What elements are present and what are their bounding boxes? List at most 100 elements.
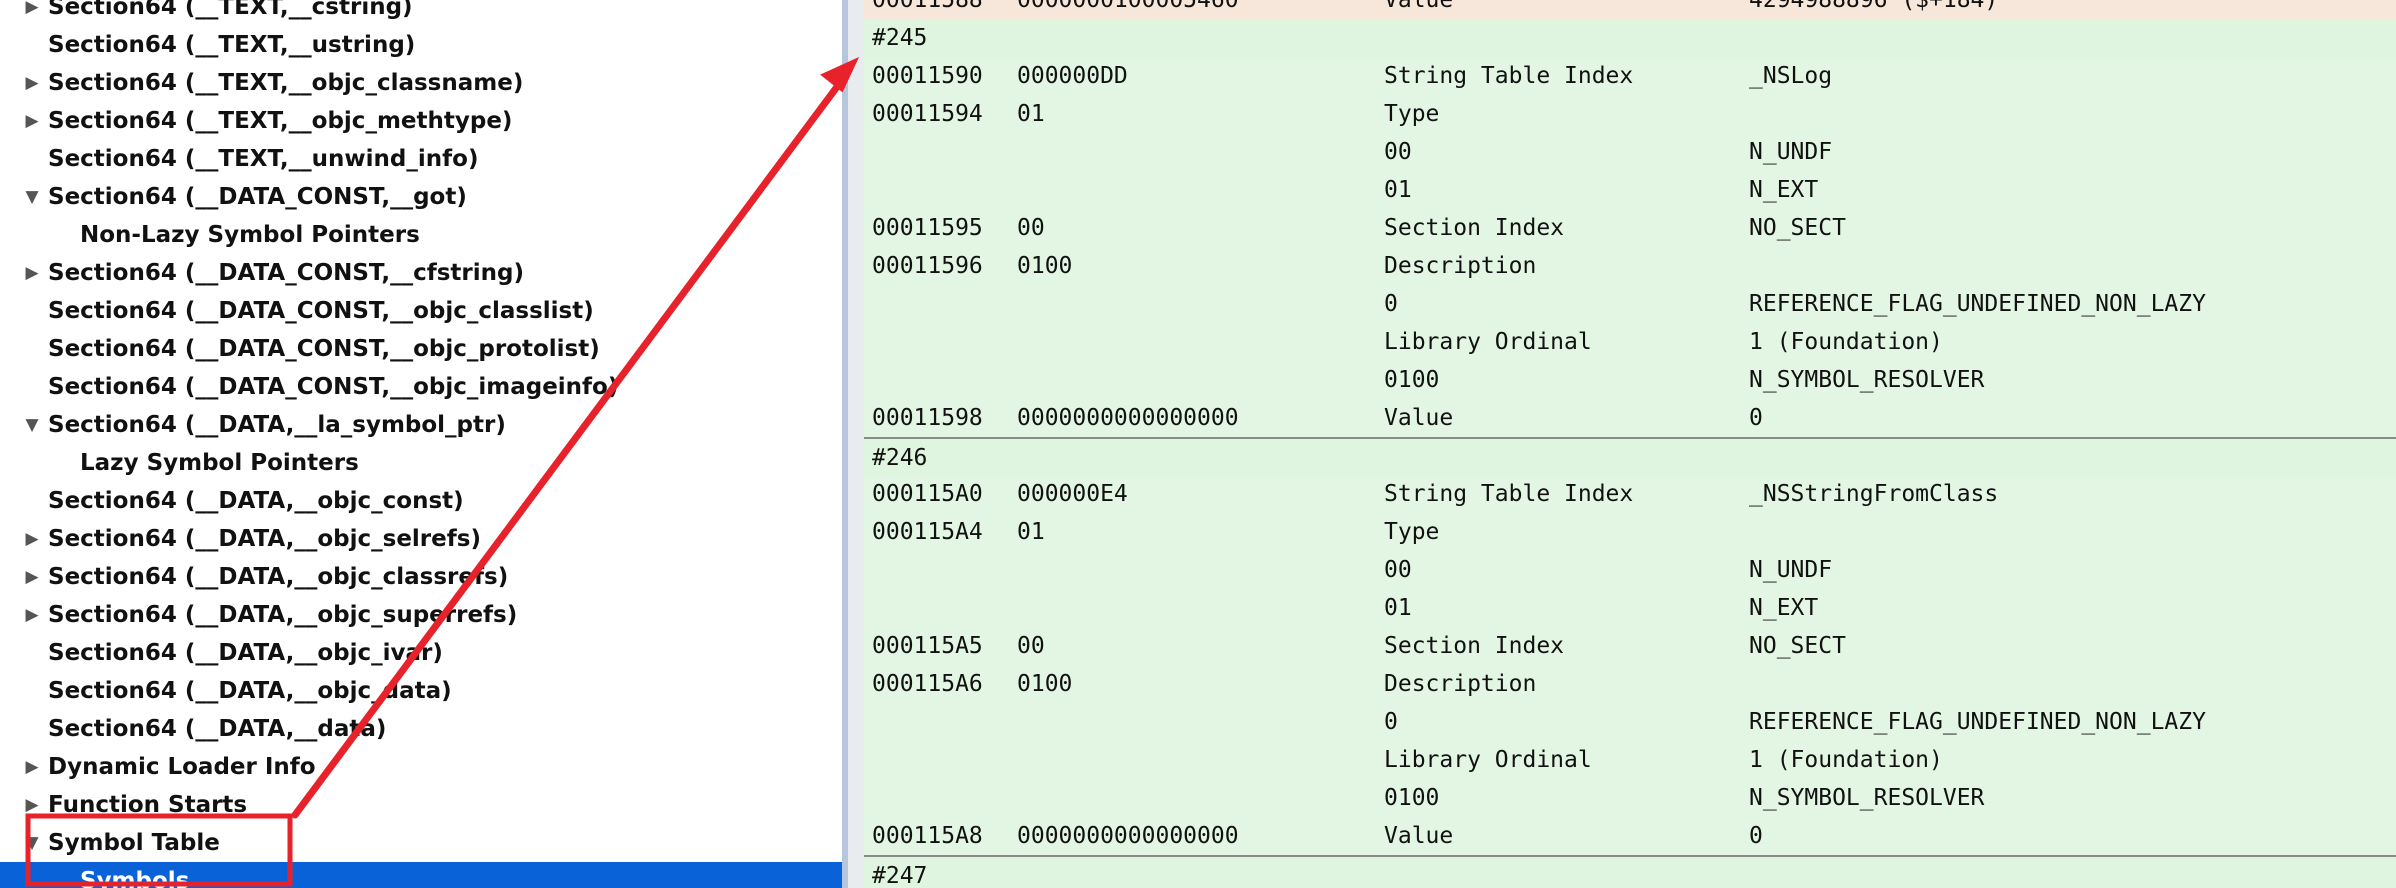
sidebar-item-label: Section64 (__TEXT,__unwind_info) xyxy=(48,146,479,172)
sidebar-item[interactable]: ▶ Section64 (__DATA,__objc_classrefs) xyxy=(0,558,842,596)
table-row[interactable]: 00 N_UNDF xyxy=(864,133,2396,171)
sidebar-item[interactable]: Section64 (__TEXT,__ustring) xyxy=(0,26,842,64)
table-group-header[interactable]: #245 xyxy=(864,19,2396,57)
value-cell: NO_SECT xyxy=(1749,633,1846,659)
offset-cell: #245 xyxy=(872,25,928,51)
table-row[interactable]: Library Ordinal 1 (Foundation) xyxy=(864,323,2396,361)
table-row[interactable]: 0 REFERENCE_FLAG_UNDEFINED_NON_LAZY xyxy=(864,703,2396,741)
sidebar-item[interactable]: ▶ Section64 (__TEXT,__cstring) xyxy=(0,0,842,26)
disclosure-collapsed-icon[interactable]: ▶ xyxy=(22,254,42,292)
sidebar-item-label: Section64 (__DATA,__objc_const) xyxy=(48,488,464,514)
offset-cell: #246 xyxy=(872,445,928,471)
disclosure-expanded-icon[interactable]: ▼ xyxy=(22,406,42,444)
table-row[interactable]: 01 N_EXT xyxy=(864,171,2396,209)
sidebar-item[interactable]: Section64 (__DATA,__objc_const) xyxy=(0,482,842,520)
sidebar-item[interactable]: Section64 (__DATA,__data) xyxy=(0,710,842,748)
sidebar-item-label: Section64 (__DATA_CONST,__objc_protolist… xyxy=(48,336,600,362)
sidebar-item[interactable]: ▶ Section64 (__DATA,__objc_selrefs) xyxy=(0,520,842,558)
data-cell: 00 xyxy=(1017,633,1045,659)
table-row[interactable]: 00011590 000000DD String Table Index _NSLog xyxy=(864,57,2396,95)
description-cell: Section Index xyxy=(1384,633,1565,659)
sidebar-item[interactable]: ▶ Section64 (__TEXT,__objc_methtype) xyxy=(0,102,842,140)
table-row[interactable]: 0100 N_SYMBOL_RESOLVER xyxy=(864,779,2396,817)
disclosure-collapsed-icon[interactable]: ▶ xyxy=(22,748,42,786)
sidebar-tree: ▶ Section64 (__TEXT,__cstring) Section64 (… xyxy=(0,0,842,888)
table-row[interactable]: 000115A0 000000E4 String Table Index _NSStr… xyxy=(864,475,2396,513)
value-cell: N_SYMBOL_RESOLVER xyxy=(1749,785,1985,811)
sidebar-item[interactable]: ▶ Section64 (__TEXT,__objc_classname) xyxy=(0,64,842,102)
table-row[interactable]: 000115A5 00 Section Index NO_SECT xyxy=(864,627,2396,665)
description-cell: Value xyxy=(1384,0,1454,13)
sidebar-item[interactable]: ▼ Section64 (__DATA,__la_symbol_ptr) xyxy=(0,406,842,444)
table-row[interactable]: 01 N_EXT xyxy=(864,589,2396,627)
disclosure-collapsed-icon[interactable]: ▶ xyxy=(22,0,42,26)
sidebar-item[interactable]: ▼ Section64 (__DATA_CONST,__got) xyxy=(0,178,842,216)
table-row[interactable]: 00011594 01 Type xyxy=(864,95,2396,133)
disclosure-collapsed-icon[interactable]: ▶ xyxy=(22,520,42,558)
value-cell: 1 (Foundation) xyxy=(1749,747,1943,773)
splitter-gap xyxy=(848,0,864,888)
value-cell: N_SYMBOL_RESOLVER xyxy=(1749,367,1985,393)
offset-cell: 00011596 xyxy=(872,253,983,279)
disclosure-collapsed-icon[interactable]: ▶ xyxy=(22,596,42,634)
sidebar-item[interactable]: ▶ Section64 (__DATA,__objc_superrefs) xyxy=(0,596,842,634)
table-row[interactable]: 0 REFERENCE_FLAG_UNDEFINED_NON_LAZY xyxy=(864,285,2396,323)
value-cell: _NSStringFromClass xyxy=(1749,481,1999,507)
sidebar-item[interactable]: Section64 (__DATA_CONST,__objc_protolist… xyxy=(0,330,842,368)
sidebar-item-label: Section64 (__DATA_CONST,__cfstring) xyxy=(48,260,524,286)
table-row[interactable]: 00011598 0000000000000000 Value 0 xyxy=(864,399,2396,437)
table-row[interactable]: 00011588 0000000100005460 Value 4294988896 … xyxy=(864,0,2396,19)
sidebar-item[interactable]: Section64 (__TEXT,__unwind_info) xyxy=(0,140,842,178)
disclosure-collapsed-icon[interactable]: ▶ xyxy=(22,558,42,596)
table-row[interactable]: 000115A6 0100 Description xyxy=(864,665,2396,703)
sidebar-item[interactable]: ▶ Function Starts xyxy=(0,786,842,824)
sidebar-item-label: Symbols xyxy=(80,868,190,888)
table-row[interactable]: 000115A4 01 Type xyxy=(864,513,2396,551)
sidebar-item-label: Section64 (__TEXT,__cstring) xyxy=(48,0,413,20)
description-cell: 00 xyxy=(1384,139,1412,165)
sidebar-item[interactable]: ▼ Symbol Table xyxy=(0,824,842,862)
offset-cell: 000115A5 xyxy=(872,633,983,659)
description-cell: 0 xyxy=(1384,291,1398,317)
table-group-header[interactable]: #247 xyxy=(864,855,2396,888)
sidebar-item[interactable]: Section64 (__DATA_CONST,__objc_imageinfo… xyxy=(0,368,842,406)
description-cell: 01 xyxy=(1384,595,1412,621)
sidebar-item-label: Lazy Symbol Pointers xyxy=(80,450,359,476)
sidebar-item[interactable]: Lazy Symbol Pointers xyxy=(0,444,842,482)
disclosure-collapsed-icon[interactable]: ▶ xyxy=(22,102,42,140)
offset-cell: 00011588 xyxy=(872,0,983,13)
sidebar-item-label: Section64 (__TEXT,__objc_classname) xyxy=(48,70,524,96)
offset-cell: 000115A0 xyxy=(872,481,983,507)
sidebar-item[interactable]: Section64 (__DATA_CONST,__objc_classlist… xyxy=(0,292,842,330)
value-cell: 0 xyxy=(1749,823,1763,849)
sidebar-item[interactable]: Section64 (__DATA,__objc_ivar) xyxy=(0,634,842,672)
sidebar-item[interactable]: Symbols xyxy=(0,862,842,888)
table-row[interactable]: Library Ordinal 1 (Foundation) xyxy=(864,741,2396,779)
sidebar-item-label: Section64 (__DATA,__la_symbol_ptr) xyxy=(48,412,506,438)
sidebar-item-label: Section64 (__DATA_CONST,__objc_classlist… xyxy=(48,298,594,324)
table-row[interactable]: 00011596 0100 Description xyxy=(864,247,2396,285)
sidebar-item[interactable]: ▶ Section64 (__DATA_CONST,__cfstring) xyxy=(0,254,842,292)
description-cell: Value xyxy=(1384,405,1454,431)
value-cell: NO_SECT xyxy=(1749,215,1846,241)
disclosure-collapsed-icon[interactable]: ▶ xyxy=(22,786,42,824)
description-cell: Value xyxy=(1384,823,1454,849)
table-row[interactable]: 0100 N_SYMBOL_RESOLVER xyxy=(864,361,2396,399)
sidebar-item[interactable]: ▶ Dynamic Loader Info xyxy=(0,748,842,786)
description-cell: Type xyxy=(1384,519,1440,545)
description-cell: String Table Index xyxy=(1384,63,1634,89)
data-cell: 000000DD xyxy=(1017,63,1128,89)
disclosure-expanded-icon[interactable]: ▼ xyxy=(22,178,42,216)
sidebar-item[interactable]: Section64 (__DATA,__objc_data) xyxy=(0,672,842,710)
sidebar-item-label: Section64 (__DATA_CONST,__got) xyxy=(48,184,467,210)
sidebar-item[interactable]: Non-Lazy Symbol Pointers xyxy=(0,216,842,254)
sidebar-item-label: Dynamic Loader Info xyxy=(48,754,316,780)
disclosure-expanded-icon[interactable]: ▼ xyxy=(22,824,42,862)
value-cell: N_EXT xyxy=(1749,595,1819,621)
table-row[interactable]: 00 N_UNDF xyxy=(864,551,2396,589)
disclosure-collapsed-icon[interactable]: ▶ xyxy=(22,64,42,102)
table-row[interactable]: 00011595 00 Section Index NO_SECT xyxy=(864,209,2396,247)
sidebar-item-label: Symbol Table xyxy=(48,830,220,856)
table-row[interactable]: 000115A8 0000000000000000 Value 0 xyxy=(864,817,2396,855)
table-group-header[interactable]: #246 xyxy=(864,437,2396,477)
